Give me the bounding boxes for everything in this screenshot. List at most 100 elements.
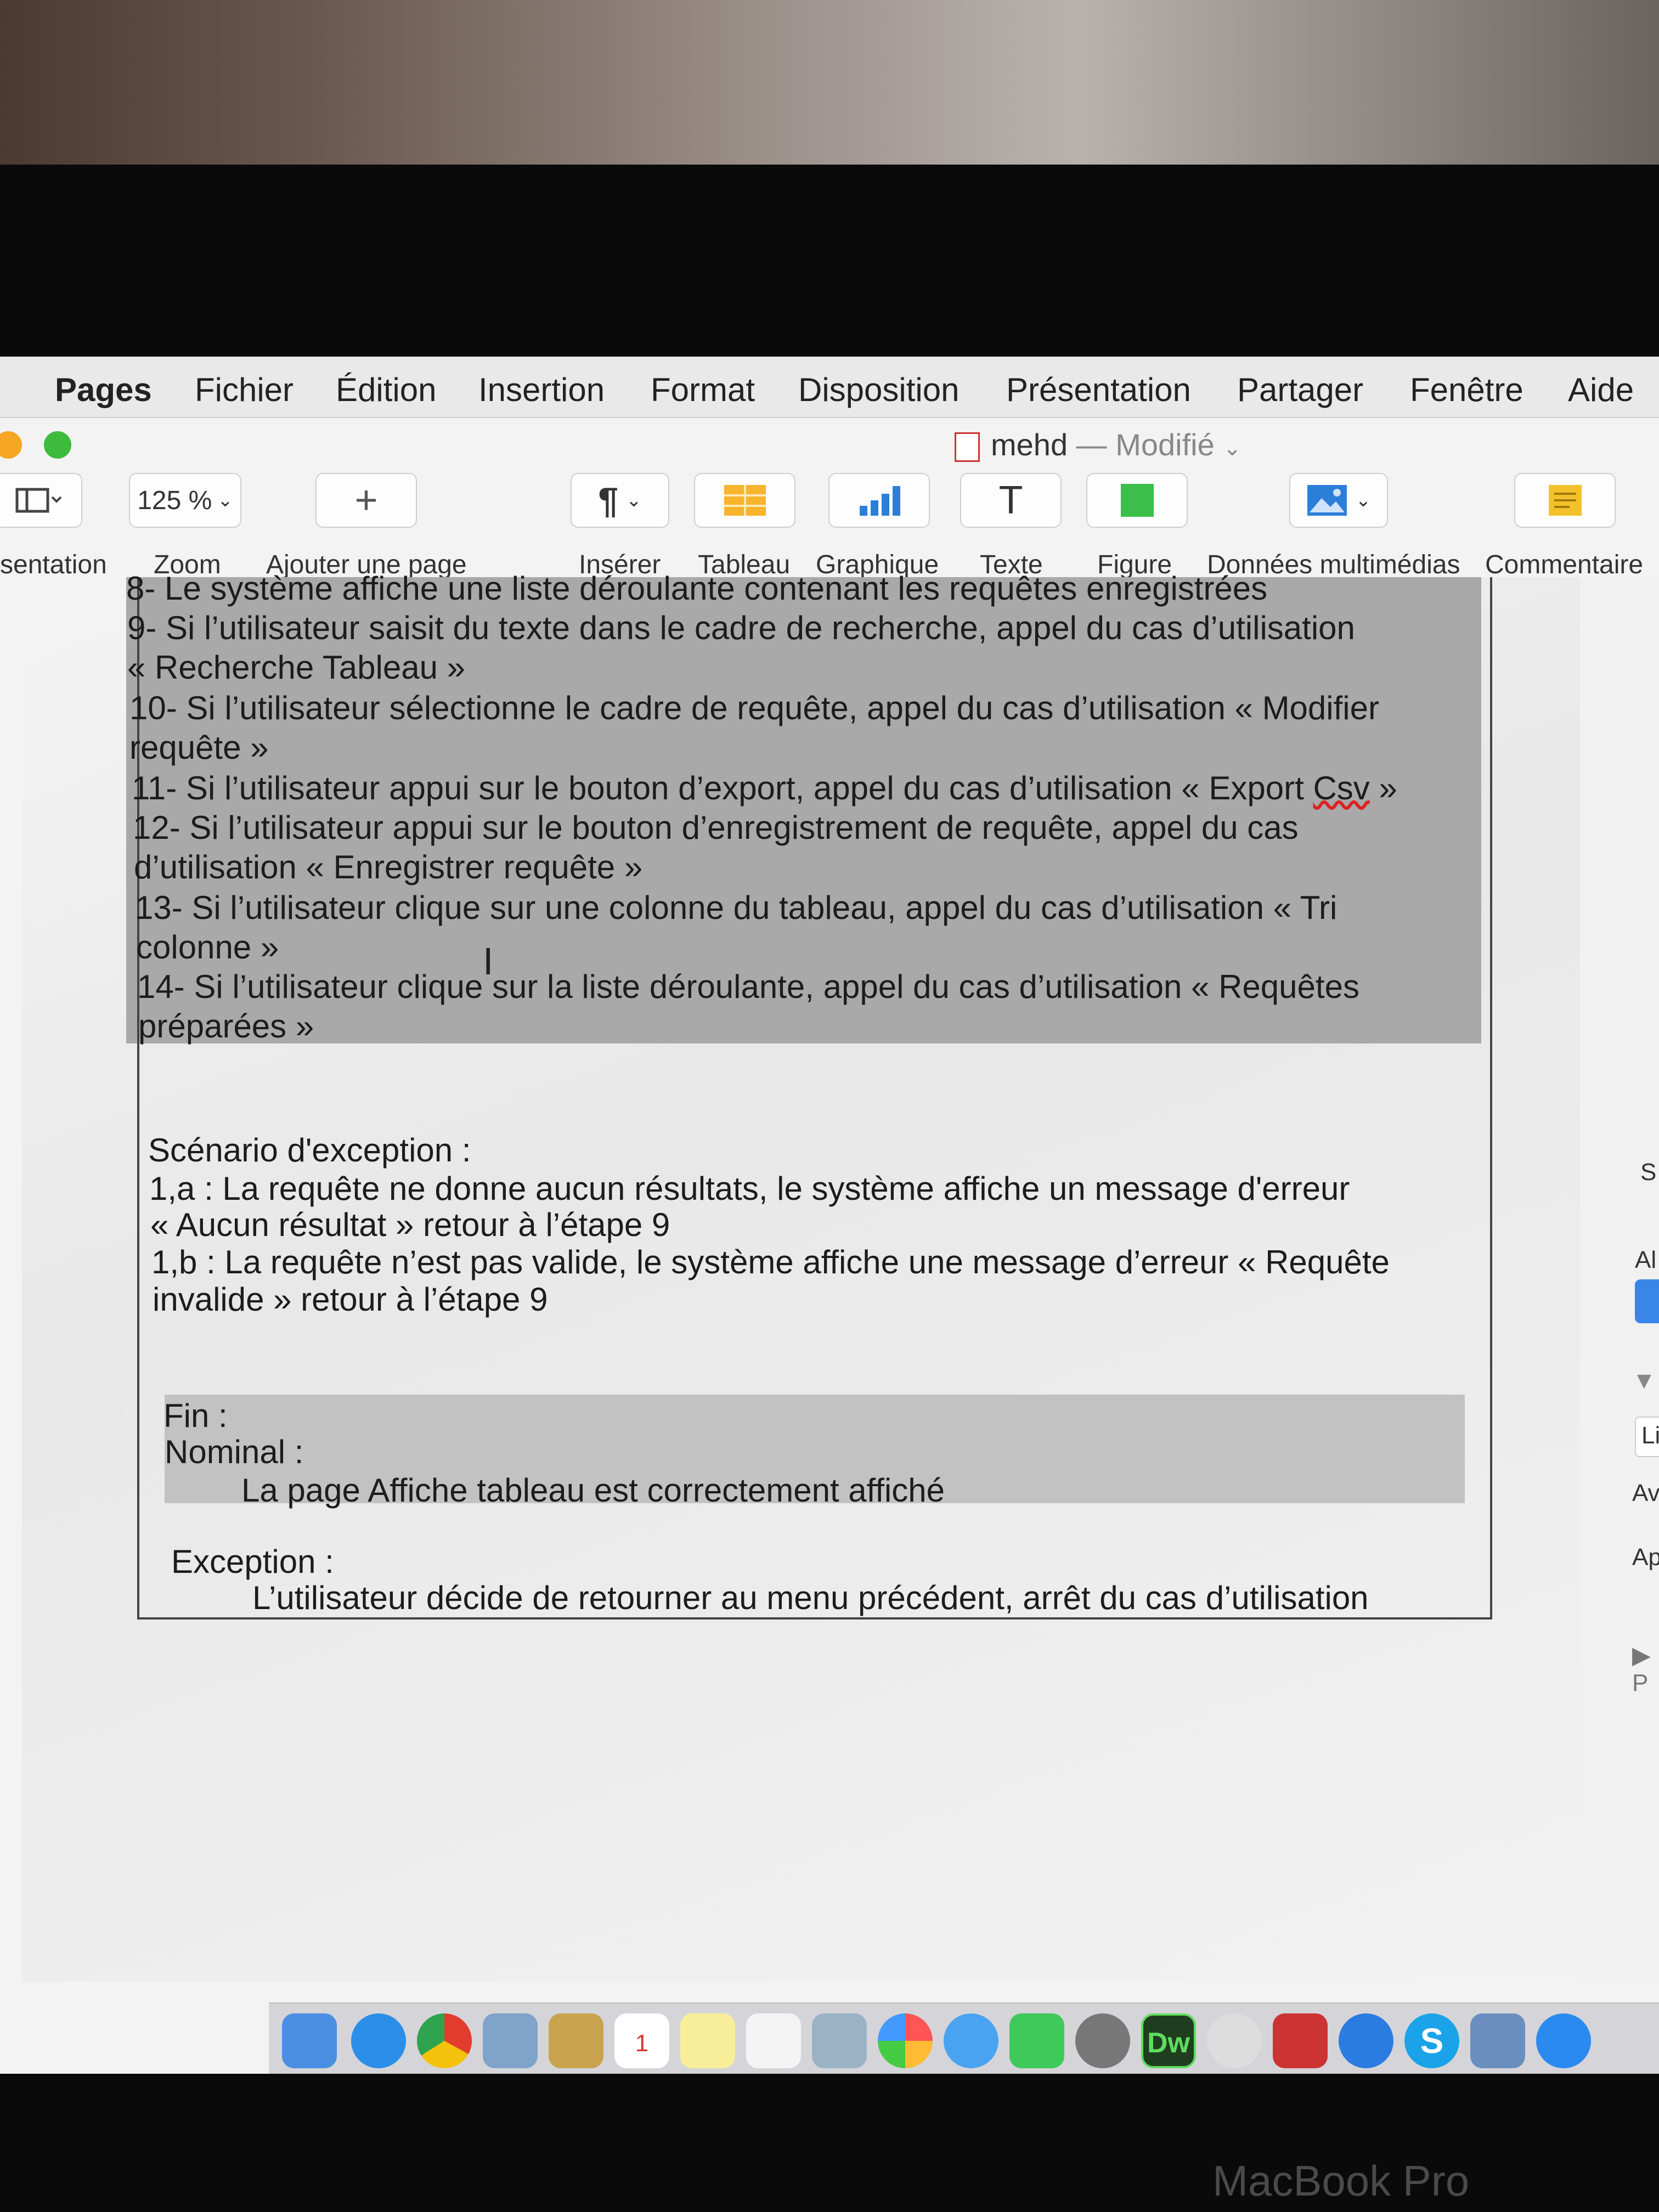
comment-label: Commentaire: [1485, 550, 1644, 579]
step-13-line-1: 13- Si l’utilisateur clique sur une colo…: [135, 889, 1338, 926]
menu-fenetre[interactable]: Fenêtre: [1410, 371, 1523, 409]
notes-folder-icon[interactable]: [549, 2013, 603, 2068]
reminders-icon[interactable]: [746, 2013, 801, 2068]
zoom-window-button[interactable]: [44, 431, 71, 459]
step-11-end: »: [1369, 770, 1397, 806]
step-9-line-2: « Recherche Tableau »: [127, 649, 465, 686]
disclosure-triangle-icon[interactable]: ▼: [1632, 1367, 1656, 1395]
nominal-text: La page Affiche tableau est correctement…: [241, 1472, 945, 1509]
document-canvas[interactable]: 8- Le système affiche une liste déroulan…: [22, 570, 1582, 1982]
exception-1a-line-2: « Aucun résultat » retour à l’étape 9: [150, 1206, 670, 1243]
plus-icon: +: [354, 478, 378, 522]
step-8: 8- Le système affiche une liste déroulan…: [126, 570, 1268, 607]
dreamweaver-icon[interactable]: Dw: [1141, 2013, 1196, 2068]
pages-window: mehd — Modifié ⌄ 125 % ⌄ + ¶ ⌄ T ⌄ senta…: [0, 418, 1659, 2074]
minimize-button[interactable]: [0, 431, 22, 459]
exception-label: Exception :: [171, 1543, 334, 1580]
macbook-brand: MacBook Pro: [1212, 2157, 1470, 2205]
exception-scenario-title: Scénario d'exception :: [148, 1132, 471, 1169]
comment-icon: [1548, 485, 1582, 516]
exception-1b-line-2: invalide » retour à l’étape 9: [153, 1281, 548, 1318]
teamviewer-icon[interactable]: [1339, 2013, 1393, 2068]
photos-icon[interactable]: [878, 2013, 933, 2068]
step-14-line-2: préparées »: [138, 1008, 314, 1045]
comment-button[interactable]: [1514, 473, 1616, 528]
nominal-label: Nominal :: [165, 1434, 304, 1470]
preview-icon[interactable]: [483, 2013, 538, 2068]
screen: Pages Fichier Édition Insertion Format D…: [0, 357, 1659, 2074]
menu-format[interactable]: Format: [651, 371, 755, 409]
inspector-blue-control[interactable]: [1635, 1279, 1659, 1323]
text-icon: T: [998, 478, 1023, 522]
media-button[interactable]: ⌄: [1289, 473, 1388, 528]
chevron-down-icon: ⌄: [1355, 490, 1372, 511]
table-border: [137, 577, 1492, 1620]
exception-1b-line-1: 1,b : La requête n’est pas valide, le sy…: [151, 1244, 1390, 1280]
format-inspector: S Al ▼ Li Ava Apr ▶ P: [1580, 577, 1659, 1982]
chevron-down-icon: ⌄: [217, 490, 233, 511]
menu-partager[interactable]: Partager: [1237, 371, 1363, 409]
stickies-icon[interactable]: [680, 2013, 735, 2068]
zoom-select[interactable]: 125 % ⌄: [129, 473, 241, 528]
window-title[interactable]: mehd — Modifié ⌄: [955, 427, 1242, 462]
view-label: sentation: [0, 550, 107, 579]
inspector-label-s: S: [1640, 1159, 1657, 1186]
inspector-label-avant: Ava: [1632, 1480, 1659, 1506]
system-preferences-icon[interactable]: [1075, 2013, 1130, 2068]
sidebar-view-icon: [15, 488, 62, 513]
safari-icon[interactable]: [351, 2013, 406, 2068]
calendar-icon[interactable]: 1: [614, 2013, 669, 2068]
title-separator: —: [1076, 427, 1107, 462]
view-button[interactable]: [0, 473, 82, 528]
menu-edition[interactable]: Édition: [336, 371, 436, 409]
step-14-line-1: 14- Si l’utilisateur clique sur la liste…: [137, 968, 1359, 1005]
inspector-label-apres: Apr: [1632, 1544, 1659, 1571]
skype-icon[interactable]: S: [1404, 2013, 1459, 2068]
menu-insertion[interactable]: Insertion: [478, 371, 605, 409]
insert-paragraph-icon: ¶: [598, 480, 619, 521]
photo-booth-icon[interactable]: [1273, 2013, 1328, 2068]
add-page-button[interactable]: +: [315, 473, 417, 528]
step-12-line-2: d’utilisation « Enregistrer requête »: [134, 849, 643, 885]
inspector-field[interactable]: Li: [1635, 1417, 1659, 1457]
chevron-down-icon: ⌄: [626, 490, 642, 511]
inspector-disclosure[interactable]: ▶ P: [1632, 1641, 1659, 1697]
media-icon: [1307, 485, 1347, 516]
menu-disposition[interactable]: Disposition: [798, 371, 959, 409]
facetime-icon[interactable]: [1009, 2013, 1064, 2068]
document-page[interactable]: 8- Le système affiche une liste déroulan…: [104, 570, 1492, 1620]
virtualbox-icon[interactable]: [1470, 2013, 1525, 2068]
menu-app-pages[interactable]: Pages: [55, 371, 152, 409]
menu-aide[interactable]: Aide: [1568, 371, 1634, 409]
shape-icon: [1120, 484, 1154, 517]
messages-icon[interactable]: [944, 2013, 998, 2068]
title-bar: mehd — Modifié ⌄: [0, 418, 1659, 467]
document-name: mehd: [991, 427, 1068, 462]
document-icon: [955, 432, 980, 462]
zoom-value: 125 %: [137, 486, 212, 515]
inspector-label-li: Li: [1641, 1422, 1659, 1449]
step-13-line-2: colonne »: [136, 929, 279, 966]
step-11: 11- Si l’utilisateur appui sur le bouton…: [132, 769, 1397, 807]
title-chevron-icon: ⌄: [1223, 436, 1242, 460]
chart-button[interactable]: [828, 473, 930, 528]
chrome-icon[interactable]: [417, 2013, 472, 2068]
menu-bar: Pages Fichier Édition Insertion Format D…: [0, 357, 1659, 418]
table-button[interactable]: [694, 473, 795, 528]
inspector-label-al: Al: [1635, 1246, 1657, 1273]
shape-button[interactable]: [1086, 473, 1188, 528]
image-capture-icon[interactable]: [812, 2013, 867, 2068]
misspelled-word[interactable]: Csv: [1313, 770, 1369, 806]
app-store-icon[interactable]: [1536, 2013, 1591, 2068]
menu-fichier[interactable]: Fichier: [195, 371, 294, 409]
step-10-line-2: requête »: [129, 729, 269, 766]
text-cursor-icon: I: [483, 940, 494, 983]
text-button[interactable]: T: [960, 473, 1062, 528]
photo-background: [0, 0, 1659, 165]
step-12-line-1: 12- Si l’utilisateur appui sur le bouton…: [133, 809, 1299, 846]
dock: 1 Dw S: [269, 2002, 1659, 2074]
insert-button[interactable]: ¶ ⌄: [571, 473, 669, 528]
menu-presentation[interactable]: Présentation: [1006, 371, 1191, 409]
sequel-icon[interactable]: [1207, 2013, 1262, 2068]
finder-icon[interactable]: [282, 2013, 337, 2068]
